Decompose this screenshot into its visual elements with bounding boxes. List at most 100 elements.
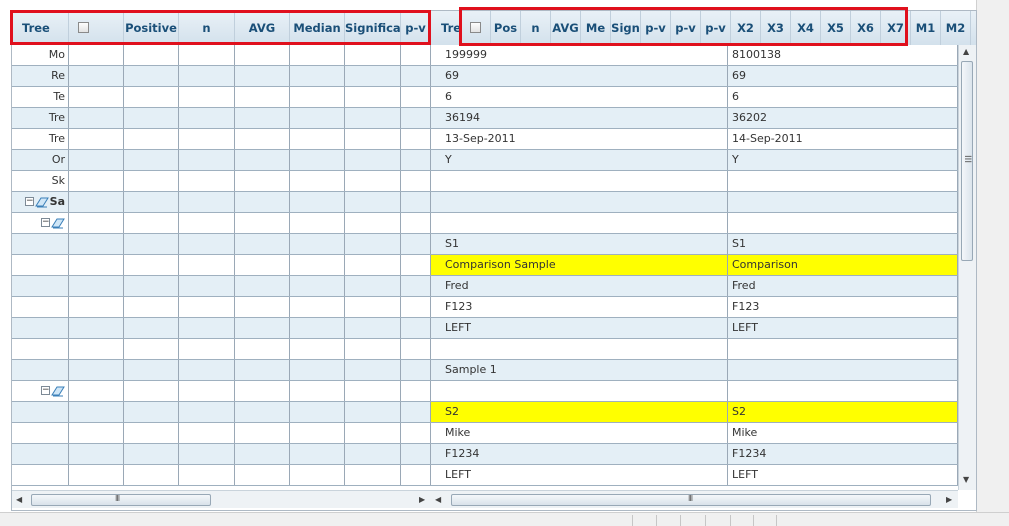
table-row[interactable]: 66	[431, 87, 958, 108]
table-row[interactable]: Sample 1	[431, 360, 958, 381]
left-header-median[interactable]: Median	[290, 11, 345, 45]
table-cell	[401, 192, 431, 212]
table-row[interactable]	[12, 255, 431, 276]
table-row[interactable]: Or	[12, 150, 431, 171]
table-row[interactable]	[431, 213, 958, 234]
table-row[interactable]: F123 F123	[431, 297, 958, 318]
minus-box-icon[interactable]: −	[41, 386, 50, 395]
scroll-right-arrow-icon[interactable]: ▶	[419, 495, 425, 505]
right-header-sig[interactable]: Sign	[611, 11, 641, 45]
right-header-n[interactable]: n	[521, 11, 551, 45]
right-header-x7[interactable]: X7	[881, 11, 911, 45]
scroll-left-arrow-icon[interactable]: ◀	[435, 495, 441, 505]
table-row[interactable]	[12, 444, 431, 465]
right-header-x2[interactable]: X2	[731, 11, 761, 45]
scroll-up-arrow-icon[interactable]: ▲	[963, 47, 969, 57]
left-header-select_all[interactable]	[69, 11, 124, 45]
minus-box-icon[interactable]: −	[41, 218, 50, 227]
table-cell	[235, 423, 290, 443]
value-cell: Mike	[431, 423, 728, 443]
table-row[interactable]: LEFT LEFT	[431, 318, 958, 339]
table-row[interactable]	[12, 234, 431, 255]
table-row[interactable]: 69 69	[431, 66, 958, 87]
scroll-down-arrow-icon[interactable]: ▼	[963, 475, 969, 485]
table-cell	[401, 171, 431, 191]
table-row[interactable]: Mike Mike	[431, 423, 958, 444]
table-row[interactable]	[431, 339, 958, 360]
table-row[interactable]	[431, 381, 958, 402]
table-row[interactable]: YY	[431, 150, 958, 171]
table-cell	[69, 360, 124, 380]
table-row[interactable]	[431, 171, 958, 192]
left-header-tree[interactable]: Tree	[12, 11, 69, 45]
table-row[interactable]: −	[12, 381, 431, 402]
table-row[interactable]: Fred Fred	[431, 276, 958, 297]
right-select-all-checkbox[interactable]	[470, 22, 481, 33]
table-row[interactable]: Re	[12, 66, 431, 87]
table-row[interactable]: 199999 8100138	[431, 45, 958, 66]
table-row[interactable]	[12, 339, 431, 360]
table-row[interactable]: Te	[12, 87, 431, 108]
table-row[interactable]: −	[12, 213, 431, 234]
table-row[interactable]: Sk	[12, 171, 431, 192]
right-header-m2[interactable]: M2	[941, 11, 971, 45]
table-row[interactable]	[12, 318, 431, 339]
right-header-x5[interactable]: X5	[821, 11, 851, 45]
table-cell	[179, 360, 235, 380]
right-header-x3[interactable]: X3	[761, 11, 791, 45]
vertical-scrollbar[interactable]: ▲ III ▼	[958, 45, 976, 490]
right-header-me[interactable]: Me	[581, 11, 611, 45]
table-row[interactable]: 36194 36202	[431, 108, 958, 129]
table-row[interactable]: Tre	[12, 129, 431, 150]
tree-cell	[12, 444, 69, 464]
table-row[interactable]	[12, 423, 431, 444]
table-row[interactable]	[12, 297, 431, 318]
right-header-pv3[interactable]: p-v	[701, 11, 731, 45]
right-header-x4[interactable]: X4	[791, 11, 821, 45]
value-cell: 36202	[728, 108, 958, 128]
left-header-significance[interactable]: Significa	[345, 11, 401, 45]
table-row[interactable]: − Sa	[12, 192, 431, 213]
table-row[interactable]: F1234 F1234	[431, 444, 958, 465]
left-header-n[interactable]: n	[179, 11, 235, 45]
table-row[interactable]	[12, 276, 431, 297]
table-row[interactable]	[12, 402, 431, 423]
right-header-m1[interactable]: M1	[911, 11, 941, 45]
table-row[interactable]: Comparison Sample Comparison	[431, 255, 958, 276]
right-header-pos[interactable]: Pos	[491, 11, 521, 45]
table-row[interactable]: 13-Sep-2011 14-Sep-2011	[431, 129, 958, 150]
table-row[interactable]: S2 S2	[431, 402, 958, 423]
right-header-select_all[interactable]	[461, 11, 491, 45]
table-cell	[179, 402, 235, 422]
left-header-positive[interactable]: Positive	[124, 11, 179, 45]
table-row[interactable]	[12, 360, 431, 381]
right-header-avg[interactable]: AVG	[551, 11, 581, 45]
left-header-pv[interactable]: p-v	[401, 11, 431, 45]
right-horizontal-scroll-thumb[interactable]: III	[451, 494, 931, 506]
table-cell	[290, 192, 345, 212]
table-cell	[179, 150, 235, 170]
table-row[interactable]	[431, 192, 958, 213]
right-header-x6[interactable]: X6	[851, 11, 881, 45]
right-horizontal-scrollbar[interactable]: ◀ III ▶	[431, 490, 958, 508]
left-header-avg[interactable]: AVG	[235, 11, 290, 45]
left-select-all-checkbox[interactable]	[78, 22, 89, 33]
table-row[interactable]	[12, 465, 431, 486]
vertical-scroll-thumb[interactable]: III	[961, 61, 973, 261]
table-row[interactable]: S1 S1	[431, 234, 958, 255]
right-header-tree[interactable]: Tre	[431, 11, 461, 45]
table-cell	[345, 255, 401, 275]
left-horizontal-scrollbar[interactable]: ◀ III ▶	[12, 490, 431, 508]
scroll-left-arrow-icon[interactable]: ◀	[16, 495, 22, 505]
right-header-pv1[interactable]: p-v	[641, 11, 671, 45]
left-horizontal-scroll-thumb[interactable]: III	[31, 494, 211, 506]
table-row[interactable]: LEFT LEFT	[431, 465, 958, 486]
value-cell: Mike	[728, 423, 958, 443]
table-row[interactable]: Mo	[12, 45, 431, 66]
table-row[interactable]: Tre	[12, 108, 431, 129]
scroll-right-arrow-icon[interactable]: ▶	[946, 495, 952, 505]
minus-box-icon[interactable]: −	[25, 197, 34, 206]
right-header-pv2[interactable]: p-v	[671, 11, 701, 45]
tree-cell	[12, 318, 69, 338]
table-cell	[69, 381, 124, 401]
